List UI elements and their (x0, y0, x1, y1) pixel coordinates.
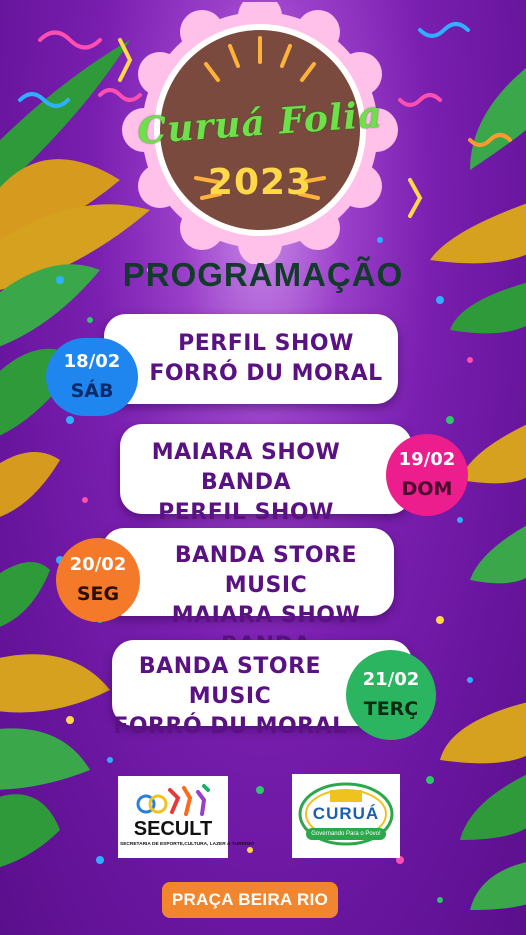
secult-logo: SECULT SECRETARIA DE ESPORTE,CULTURA, LA… (118, 776, 254, 858)
schedule-4-line-1: BANDA STORE MUSIC (138, 654, 322, 709)
schedule-3-date: 20/02 (69, 554, 127, 575)
secult-subtitle: SECRETARIA DE ESPORTE,CULTURA, LAZER & T… (120, 842, 254, 847)
schedule-4-date: 21/02 (362, 669, 420, 690)
schedule-3-line-1: BANDA STORE MUSIC (174, 543, 358, 598)
curua-subtitle: Governando Para o Povo! (306, 828, 386, 840)
leaf-right-bottom (440, 702, 526, 910)
section-title: PROGRAMAÇÃO (122, 256, 404, 293)
schedule-3-date-badge: 20/02 SEG (56, 538, 140, 622)
event-year: 2023 (207, 162, 313, 203)
schedule-2-weekday: DOM (401, 478, 453, 500)
leaf-right-mid (460, 424, 526, 584)
schedule-1-line-1: PERFIL SHOW (178, 331, 354, 356)
curua-logo: CURUÁ Governando Para o Povo! (292, 774, 400, 858)
leaf-left-bottom (0, 654, 110, 868)
schedule-1-line-2: FORRÓ DU MORAL (149, 361, 383, 386)
poster: Curuá Folia 2023 PROGRAMAÇÃO PERFIL SHOW… (0, 0, 526, 935)
schedule-4-line-2: FORRÓ DU MORAL (113, 714, 347, 739)
schedule-4-date-badge: 21/02 TERÇ (346, 650, 436, 740)
event-badge: Curuá Folia 2023 (118, 2, 402, 264)
schedule-2-date: 19/02 (398, 449, 456, 470)
schedule-4-weekday: TERÇ (363, 698, 419, 720)
schedule-1-date-badge: 18/02 SÁB (46, 338, 138, 416)
curua-name: CURUÁ (312, 804, 380, 823)
schedule-1-date: 18/02 (63, 351, 121, 372)
venue-label: PRAÇA BEIRA RIO (162, 882, 338, 918)
schedule-card-1: PERFIL SHOW FORRÓ DU MORAL (104, 314, 398, 404)
schedule-2-line-2: PERFIL SHOW (158, 500, 334, 525)
schedule-2-date-badge: 19/02 DOM (386, 434, 468, 516)
schedule-card-2: MAIARA SHOW BANDA PERFIL SHOW (120, 424, 412, 525)
secult-figures-icon (136, 784, 210, 816)
schedule-3-weekday: SEG (76, 583, 120, 605)
schedule-1-weekday: SÁB (70, 380, 114, 402)
schedule-card-3: BANDA STORE MUSIC MAIARA SHOW BANDA (102, 528, 394, 658)
schedule-2-line-1: MAIARA SHOW BANDA (151, 440, 341, 495)
secult-name: SECULT (133, 818, 213, 840)
